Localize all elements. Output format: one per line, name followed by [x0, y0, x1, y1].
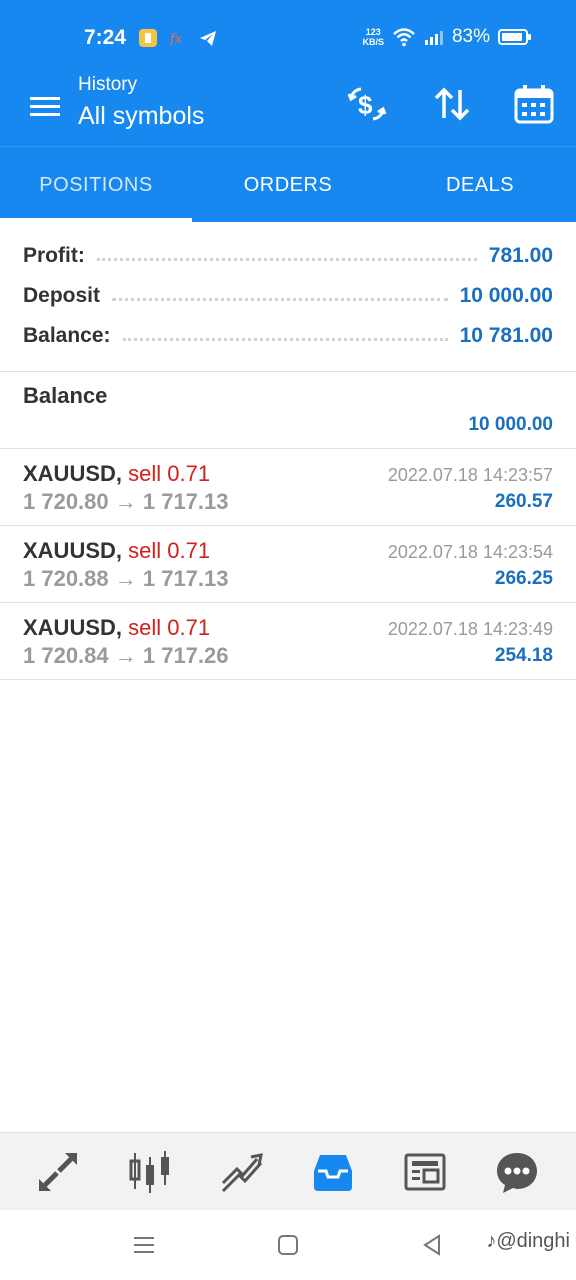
- fx-notification-icon: fx: [169, 32, 183, 47]
- trade-icon[interactable]: [219, 1149, 265, 1195]
- deal-time: 2022.07.18 14:23:57: [387, 465, 553, 485]
- deal-row[interactable]: XAUUSD, sell 0.71 1 720.88 → 1 717.13 20…: [0, 526, 576, 603]
- balance-value: 10 781.00: [459, 324, 553, 347]
- divider: [0, 679, 576, 680]
- signal-icon: [424, 31, 443, 45]
- history-icon[interactable]: [310, 1149, 356, 1195]
- wifi-icon: [393, 28, 415, 47]
- currency-exchange-icon[interactable]: $: [345, 82, 389, 126]
- deal-profit: 254.18: [494, 645, 553, 666]
- recent-apps-icon[interactable]: [131, 1232, 157, 1258]
- battery-icon: [498, 29, 531, 45]
- summary-profit-row: Profit: 781.00: [0, 236, 576, 276]
- battery-percent: 83%: [451, 26, 490, 47]
- app-bar: History All symbols $: [0, 70, 576, 146]
- deal-symbol: XAUUSD,: [23, 615, 123, 640]
- balance-label: Balance:: [23, 324, 111, 347]
- leader-dots: [112, 297, 448, 301]
- status-bar: 7:24 fx 123 KB/S 83%: [0, 0, 576, 70]
- chart-icon[interactable]: [127, 1149, 173, 1195]
- deal-time: 2022.07.18 14:23:49: [387, 619, 553, 639]
- deal-time: 2022.07.18 14:23:54: [387, 542, 553, 562]
- bottom-nav: [0, 1132, 576, 1210]
- back-icon[interactable]: [419, 1232, 445, 1258]
- balance-entry-title: Balance: [23, 383, 108, 408]
- chat-icon[interactable]: [494, 1149, 540, 1195]
- profit-value: 781.00: [488, 244, 553, 267]
- deal-row[interactable]: XAUUSD, sell 0.71 1 720.80 → 1 717.13 20…: [0, 449, 576, 526]
- divider: [0, 371, 576, 372]
- deposit-value: 10 000.00: [459, 284, 553, 307]
- status-time: 7:24: [84, 26, 127, 49]
- deal-prices: 1 720.84 → 1 717.26: [23, 643, 229, 668]
- app-title[interactable]: All symbols: [78, 102, 204, 131]
- deal-prices: 1 720.80 → 1 717.13: [23, 489, 229, 514]
- leader-dots: [96, 257, 477, 261]
- summary-panel: Profit: 781.00 Deposit 10 000.00 Balance…: [0, 236, 576, 356]
- svg-text:$: $: [358, 90, 373, 120]
- deal-side: sell 0.71: [128, 615, 211, 640]
- tab-orders[interactable]: ORDERS: [192, 147, 384, 223]
- app-notification-icon: [139, 29, 157, 47]
- menu-icon[interactable]: [28, 90, 62, 124]
- system-nav: ♪@dinghi: [0, 1210, 576, 1280]
- deposit-label: Deposit: [23, 284, 101, 307]
- status-right: 123 KB/S 83%: [362, 26, 532, 48]
- watermark: ♪@dinghi: [486, 1230, 570, 1252]
- svg-text:fx: fx: [169, 32, 183, 47]
- tab-bar: POSITIONS ORDERS DEALS: [0, 146, 576, 222]
- calendar-icon[interactable]: [512, 82, 556, 126]
- sort-icon[interactable]: [430, 82, 474, 126]
- news-icon[interactable]: [402, 1149, 448, 1195]
- deal-side: sell 0.71: [128, 538, 211, 563]
- deal-profit: 266.25: [494, 568, 553, 589]
- deal-row[interactable]: XAUUSD, sell 0.71 1 720.84 → 1 717.26 20…: [0, 603, 576, 680]
- home-icon[interactable]: [275, 1232, 301, 1258]
- tab-indicator: [0, 218, 192, 222]
- deal-side: sell 0.71: [128, 461, 211, 486]
- app-subtitle: History: [78, 74, 138, 95]
- network-speed: 123 KB/S: [362, 27, 384, 47]
- deal-profit: 260.57: [494, 491, 553, 512]
- deal-prices: 1 720.88 → 1 717.13: [23, 566, 229, 591]
- profit-label: Profit:: [23, 244, 85, 267]
- deal-symbol: XAUUSD,: [23, 538, 123, 563]
- summary-deposit-row: Deposit 10 000.00: [0, 276, 576, 316]
- tab-deals[interactable]: DEALS: [384, 147, 576, 223]
- telegram-icon: [200, 31, 216, 46]
- tab-positions[interactable]: POSITIONS: [0, 147, 192, 223]
- balance-entry-value: 10 000.00: [468, 414, 553, 435]
- deal-symbol: XAUUSD,: [23, 461, 123, 486]
- status-notification-icons: fx: [138, 28, 218, 48]
- quotes-icon[interactable]: [35, 1149, 81, 1195]
- summary-balance-row: Balance: 10 781.00: [0, 316, 576, 356]
- leader-dots: [122, 337, 448, 341]
